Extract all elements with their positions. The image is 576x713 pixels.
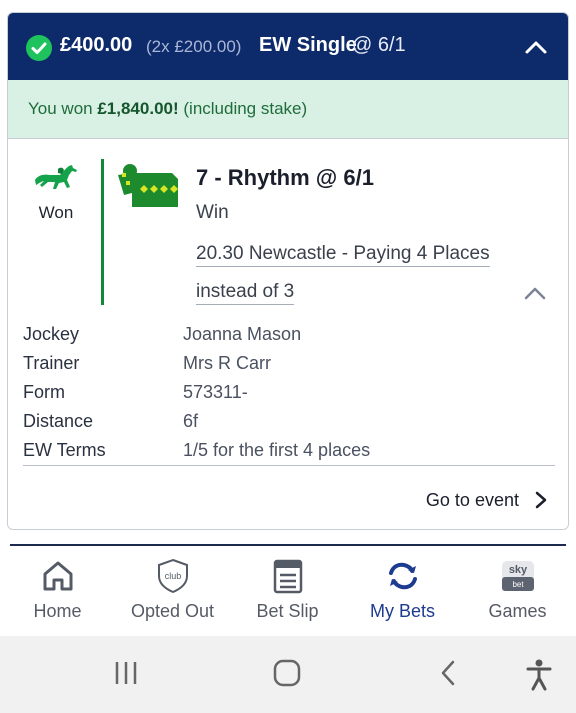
details-divider <box>23 465 555 466</box>
games-logo-bottom: bet <box>512 580 524 589</box>
win-indicator-bar <box>101 159 104 305</box>
collapse-details-chevron-icon[interactable] <box>524 285 546 301</box>
nav-home[interactable]: Home <box>0 556 115 622</box>
bet-amount: £400.00 <box>60 34 133 56</box>
race-link-line-2[interactable]: instead of 3 <box>196 281 295 305</box>
detail-label: EW Terms <box>23 440 106 460</box>
home-button-icon[interactable] <box>271 658 303 688</box>
nav-games[interactable]: sky bet Games <box>460 556 575 622</box>
bet-card: £400.00 (2x £200.00) EW Single @ 6/1 You… <box>7 12 569 530</box>
horse-racing-icon <box>35 165 77 189</box>
bet-type: EW Single <box>259 34 357 56</box>
runner-title: 7 - Rhythm @ 6/1 <box>196 165 374 190</box>
bet-slip-icon <box>273 559 302 594</box>
detail-value: 573311- <box>183 382 248 402</box>
detail-value: Joanna Mason <box>183 324 302 344</box>
nav-games-label: Games <box>488 601 547 621</box>
chevron-right-icon <box>535 492 547 509</box>
bet-odds: @ 6/1 <box>352 34 406 56</box>
jockey-silks-icon <box>118 164 178 207</box>
sky-bet-logo-icon: sky bet <box>501 561 534 591</box>
refresh-arrows-icon <box>388 562 417 590</box>
detail-row-distance: Distance 6f <box>23 408 563 437</box>
win-suffix: (including stake) <box>183 99 308 118</box>
detail-value: Mrs R Carr <box>183 353 271 373</box>
win-amount: £1,840.00! <box>97 99 179 118</box>
bet-card-header[interactable]: £400.00 (2x £200.00) EW Single @ 6/1 <box>8 13 568 80</box>
check-circle-icon <box>26 35 52 61</box>
recent-apps-icon[interactable] <box>112 658 140 688</box>
detail-row-form: Form 573311- <box>23 379 563 408</box>
detail-label: Trainer <box>23 353 80 373</box>
runner-details: Jockey Joanna Mason Trainer Mrs R Carr F… <box>23 321 563 466</box>
nav-bet-slip-label: Bet Slip <box>256 601 319 621</box>
detail-row-trainer: Trainer Mrs R Carr <box>23 350 563 379</box>
games-logo-top: sky <box>508 564 527 576</box>
back-icon[interactable] <box>436 658 460 688</box>
detail-label: Form <box>23 382 65 402</box>
nav-my-bets-label: My Bets <box>369 601 435 621</box>
nav-home-label: Home <box>33 601 82 621</box>
accessibility-icon[interactable] <box>524 658 554 692</box>
club-badge-text: club <box>164 571 181 581</box>
nav-bet-slip[interactable]: Bet Slip <box>230 556 345 622</box>
bottom-nav: Home club Opted Out Bet Slip My Bets sky… <box>0 556 576 636</box>
club-shield-icon: club <box>157 558 188 594</box>
nav-opted-out[interactable]: club Opted Out <box>115 556 230 622</box>
collapse-chevron-up-icon[interactable] <box>524 37 548 57</box>
win-message: You won £1,840.00! (including stake) <box>28 99 307 119</box>
race-link-line-1[interactable]: 20.30 Newcastle - Paying 4 Places <box>196 243 490 267</box>
detail-value: 1/5 for the first 4 places <box>183 440 371 460</box>
runner-result: Win <box>196 202 229 223</box>
win-banner: You won £1,840.00! (including stake) <box>8 80 568 139</box>
nav-my-bets[interactable]: My Bets <box>345 556 460 622</box>
detail-row-jockey: Jockey Joanna Mason <box>23 321 563 350</box>
nav-top-divider <box>10 544 566 546</box>
win-prefix: You won <box>28 99 93 118</box>
home-icon <box>43 561 72 591</box>
detail-label: Distance <box>23 411 94 431</box>
stake-breakdown: (2x £200.00) <box>146 37 242 56</box>
detail-row-ew-terms: EW Terms 1/5 for the first 4 places <box>23 437 563 466</box>
nav-opted-out-label: Opted Out <box>130 601 215 621</box>
detail-value: 6f <box>183 411 199 431</box>
system-navigation-bar <box>0 636 576 713</box>
status-label: Won <box>38 203 74 222</box>
result-status: Won <box>28 163 84 223</box>
go-to-event-label: Go to event <box>425 489 519 510</box>
race-link[interactable]: 20.30 Newcastle - Paying 4 Places instea… <box>196 235 516 311</box>
go-to-event-link[interactable]: Go to event <box>426 489 548 511</box>
detail-label: Jockey <box>23 324 80 344</box>
